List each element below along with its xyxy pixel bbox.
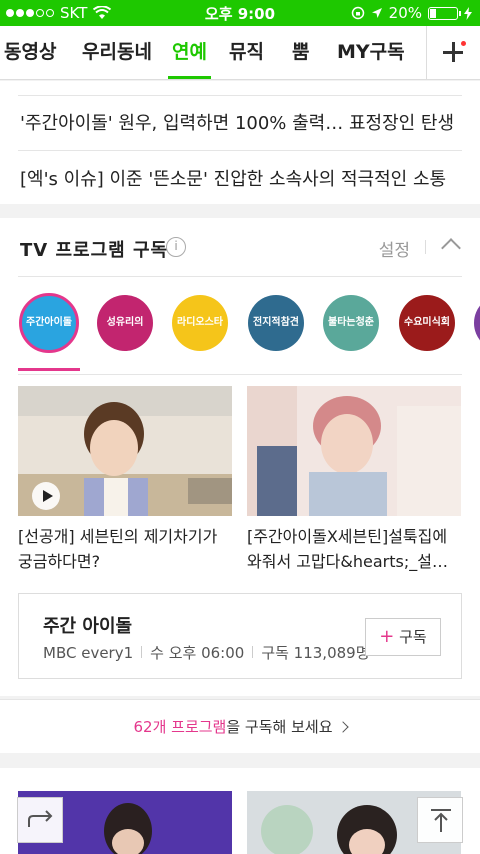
headline-list: '주간아이돌' 원우, 입력하면 100% 출력… 표정장인 탄생 [엑's 이… — [0, 81, 480, 204]
orientation-lock-icon — [351, 6, 364, 20]
program-logo[interactable]: 불타는청춘 — [323, 295, 379, 351]
divider — [18, 95, 462, 96]
plus-icon: + — [379, 626, 395, 647]
program-name: 주간 아이돌 — [43, 616, 133, 637]
program-logo[interactable]: 성유리의 — [97, 295, 153, 351]
video-clip-card[interactable]: [선공개] 세븐틴의 제기차기가 궁금하다면? — [18, 386, 232, 574]
settings-link[interactable]: 설정 — [379, 236, 410, 261]
headline-link[interactable]: '주간아이돌' 원우, 입력하면 100% 출력… 표정장인 탄생 — [20, 109, 454, 135]
program-meta: MBC every1 수 오후 06:00 구독 113,089명 — [43, 642, 370, 663]
divider — [18, 276, 462, 277]
tab-ppum[interactable]: 뿜 — [292, 26, 309, 79]
share-button[interactable] — [17, 797, 63, 843]
info-icon[interactable]: i — [166, 237, 186, 257]
location-icon — [371, 8, 382, 18]
arrow-up-icon — [431, 809, 451, 832]
battery-percent: 20% — [388, 4, 422, 22]
selected-indicator — [18, 368, 80, 371]
tab-my-subscriptions[interactable]: MY구독 — [337, 26, 405, 79]
charging-icon — [464, 6, 472, 20]
tab-music[interactable]: 뮤직 — [229, 26, 264, 79]
program-count: 62개 프로그램 — [133, 718, 227, 736]
tab-neighborhood[interactable]: 우리동네 — [82, 26, 152, 79]
category-tab-bar: 동영상 우리동네 연예 뮤직 뿜 MY구독 — [0, 26, 480, 80]
subscribe-button[interactable]: + 구독 — [365, 618, 441, 656]
next-section-preview — [0, 768, 480, 854]
more-programs-label: 을 구독해 보세요 — [226, 718, 333, 736]
subscriber-count: 구독 113,089명 — [261, 644, 370, 662]
headline-link[interactable]: [엑's 이슈] 이준 '뜬소문' 진압한 소속사의 적극적인 소통 — [20, 165, 446, 191]
divider — [18, 374, 462, 375]
more-programs-link[interactable]: 62개 프로그램을 구독해 보세요 — [0, 699, 480, 753]
share-arrow-icon — [28, 810, 53, 827]
subscribe-label: 구독 — [399, 628, 427, 646]
tab-video[interactable]: 동영상 — [4, 26, 56, 79]
divider — [18, 150, 462, 151]
play-icon[interactable] — [32, 482, 60, 510]
program-logo[interactable]: 전지적참견 — [248, 295, 304, 351]
chevron-right-icon — [336, 721, 349, 733]
video-clip-card[interactable]: [주간아이돌X세븐틴]설툭집에 와줘서 고맙다&hearts;_설… — [247, 386, 461, 574]
air-schedule: 수 오후 06:00 — [150, 644, 245, 662]
tv-program-section: TV 프로그램 구독 i 설정 주간아이돌 성유리의 라디오스타 전지적참견 불… — [0, 218, 480, 696]
new-badge-dot — [461, 41, 466, 46]
tab-entertainment[interactable]: 연예 — [168, 26, 211, 79]
video-thumbnail[interactable] — [18, 386, 232, 516]
channel-name: MBC every1 — [43, 644, 134, 662]
collapse-chevron-icon[interactable] — [441, 238, 461, 258]
add-tab-button[interactable] — [426, 26, 480, 79]
status-bar: SKT 오후 9:00 20% — [0, 0, 480, 26]
battery-icon — [428, 6, 461, 20]
program-logo[interactable] — [474, 295, 480, 351]
section-title: TV 프로그램 구독 — [20, 240, 169, 261]
scroll-top-button[interactable] — [417, 797, 463, 843]
clip-caption[interactable]: [선공개] 세븐틴의 제기차기가 궁금하다면? — [18, 524, 232, 574]
program-logo[interactable]: 수요미식회 — [399, 295, 455, 351]
video-thumbnail[interactable] — [247, 386, 461, 516]
program-logo[interactable]: 라디오스타 — [172, 295, 228, 351]
clip-caption[interactable]: [주간아이돌X세븐틴]설툭집에 와줘서 고맙다&hearts;_설… — [247, 524, 461, 574]
program-logo[interactable]: 주간아이돌 — [19, 293, 79, 353]
program-info-card[interactable]: 주간 아이돌 MBC every1 수 오후 06:00 구독 113,089명 +… — [18, 593, 462, 679]
program-logo-carousel[interactable]: 주간아이돌 성유리의 라디오스타 전지적참견 불타는청춘 수요미식회 — [0, 284, 480, 374]
divider — [425, 240, 426, 254]
